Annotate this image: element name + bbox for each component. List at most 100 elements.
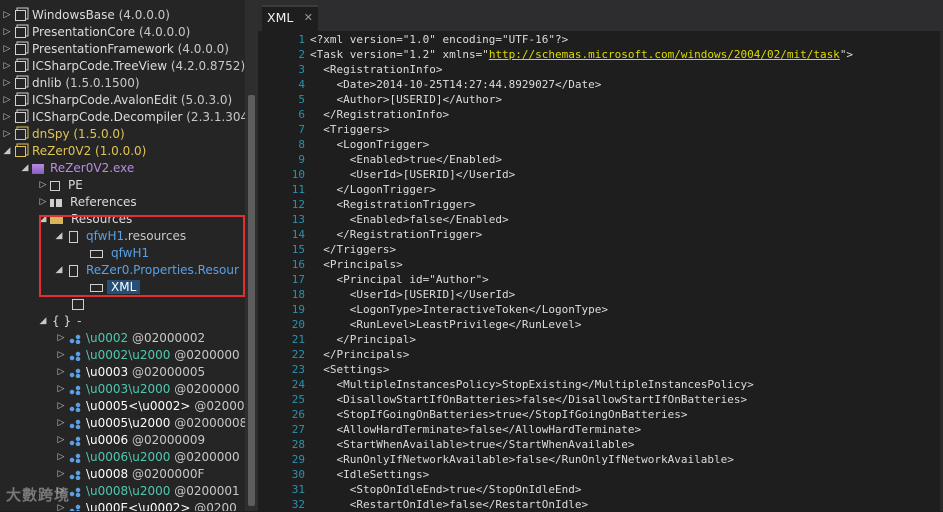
code-line: <UserId>[USERID]</UserId> xyxy=(310,288,516,301)
type-token: @02000005 xyxy=(132,365,206,379)
tree-node-assembly[interactable]: ▷ dnSpy (1.5.0.0) xyxy=(2,126,125,143)
expand-icon[interactable]: ▷ xyxy=(56,330,66,347)
line-number: 14 xyxy=(291,228,305,241)
line-number: 19 xyxy=(291,303,305,316)
module-label: ReZer0V2.exe xyxy=(50,161,135,175)
tree-node-type[interactable]: ▷ \u0008\u2000 @0200001 xyxy=(56,483,240,500)
line-number: 8 xyxy=(298,138,305,151)
code-line: <Enabled>true</Enabled> xyxy=(310,153,503,166)
assembly-version: (2.3.1.304 xyxy=(186,110,249,124)
assembly-version: (4.0.0.0) xyxy=(177,42,229,56)
tab-xml[interactable]: XML ✕ xyxy=(262,5,318,31)
expand-icon[interactable]: ▷ xyxy=(56,432,66,449)
expand-icon[interactable]: ▷ xyxy=(38,194,48,211)
tree-node-assembly[interactable]: ▷ WindowsBase (4.0.0.0) xyxy=(2,7,170,24)
type-name: \u0002 xyxy=(86,331,133,345)
expand-icon[interactable]: ▷ xyxy=(2,109,12,126)
tree-node-namespace[interactable]: ◢ { } - xyxy=(38,313,82,330)
code-line: </Principals> xyxy=(310,348,410,361)
expand-icon[interactable]: ▷ xyxy=(2,58,12,75)
assembly-version: (5.0.3.0) xyxy=(180,93,233,107)
code-line: <RegistrationTrigger> xyxy=(310,198,476,211)
class-icon xyxy=(69,333,81,344)
tree-scrollbar-thumb[interactable] xyxy=(248,95,255,506)
line-number: 7 xyxy=(298,123,305,136)
module-icon xyxy=(32,163,44,174)
line-number: 25 xyxy=(291,393,305,406)
assembly-icon xyxy=(15,78,26,89)
collapse-icon[interactable]: ◢ xyxy=(2,143,12,160)
tree-node-assembly[interactable]: ▷ ICSharpCode.AvalonEdit (5.0.3.0) xyxy=(2,92,233,109)
close-icon[interactable]: ✕ xyxy=(304,7,313,29)
assembly-name: ReZer0V2 xyxy=(32,144,96,158)
tree-node-assembly[interactable]: ◢ ReZer0V2 (1.0.0.0) xyxy=(2,143,147,160)
type-name: \u0006\u2000 xyxy=(86,450,175,464)
type-name: \u0005<\u0002> xyxy=(86,399,195,413)
tree-node-references[interactable]: ▷ References xyxy=(38,194,137,211)
class-icon xyxy=(69,401,81,412)
tree-node-type[interactable]: ▷ \u000E<\u0002> @0200 xyxy=(56,500,237,511)
assembly-name: PresentationFramework xyxy=(32,42,178,56)
assembly-version: (1.5.0.0) xyxy=(73,127,125,141)
type-name: \u000E<\u0002> xyxy=(86,501,195,511)
assembly-icon xyxy=(15,61,26,72)
expand-icon[interactable]: ▷ xyxy=(56,398,66,415)
type-token: @02000009 xyxy=(132,433,206,447)
expand-icon[interactable]: ▷ xyxy=(56,415,66,432)
line-number: 22 xyxy=(291,348,305,361)
code-line: </RegistrationTrigger> xyxy=(310,228,483,241)
code-line: <LogonTrigger> xyxy=(310,138,430,151)
tree-node-type[interactable]: ▷ \u0002 @02000002 xyxy=(56,330,206,347)
collapse-icon[interactable]: ◢ xyxy=(38,313,48,330)
tree-node-assembly[interactable]: ▷ ICSharpCode.Decompiler (2.3.1.304 xyxy=(2,109,249,126)
expand-icon[interactable]: ▷ xyxy=(56,364,66,381)
class-icon xyxy=(69,350,81,361)
watermark: 大數跨境 xyxy=(6,486,71,504)
code-view[interactable]: 1 <?xml version="1.0" encoding="UTF-16"?>… xyxy=(258,31,943,511)
expand-icon[interactable]: ▷ xyxy=(2,92,12,109)
expand-icon[interactable]: ▷ xyxy=(56,449,66,466)
type-token: @0200001 xyxy=(174,484,240,498)
tree-node-type[interactable]: ▷ \u0008 @0200000F xyxy=(56,466,205,483)
expand-icon[interactable]: ▷ xyxy=(2,24,12,41)
tree-node-type[interactable]: ▷ \u0005\u2000 @02000008 xyxy=(56,415,248,432)
tree-node-assembly[interactable]: ▷ PresentationCore (4.0.0.0) xyxy=(2,24,191,41)
expand-icon[interactable]: ▷ xyxy=(2,7,12,24)
assembly-icon xyxy=(15,146,26,157)
expand-icon[interactable]: ▷ xyxy=(56,381,66,398)
assembly-icon xyxy=(15,44,26,55)
tree-node-pe[interactable]: ▷ PE xyxy=(38,177,83,194)
tree-node-assembly[interactable]: ▷ dnlib (1.5.0.1500) xyxy=(2,75,140,92)
tree-node-type[interactable]: ▷ \u0002\u2000 @0200000 xyxy=(56,347,240,364)
line-number: 11 xyxy=(291,183,305,196)
tree-node-type[interactable]: ▷ \u0006 @02000009 xyxy=(56,432,206,449)
code-line: <Triggers> xyxy=(310,123,390,136)
code-line: <RestartOnIdle>false</RestartOnIdle> xyxy=(310,498,589,511)
type-name: \u0002\u2000 xyxy=(86,348,175,362)
expand-icon[interactable]: ▷ xyxy=(2,75,12,92)
tree-node-type[interactable]: ▷ \u0005<\u0002> @02000 xyxy=(56,398,245,415)
line-number: 30 xyxy=(291,468,305,481)
tree-node-assembly[interactable]: ▷ ICSharpCode.TreeView (4.2.0.8752) xyxy=(2,58,246,75)
tree-node-assembly[interactable]: ▷ PresentationFramework (4.0.0.0) xyxy=(2,41,229,58)
expand-icon[interactable]: ▷ xyxy=(2,41,12,58)
line-number: 9 xyxy=(298,153,305,166)
line-number: 28 xyxy=(291,438,305,451)
class-icon xyxy=(69,486,81,497)
expand-icon[interactable]: ▷ xyxy=(38,177,48,194)
tree-node-module[interactable]: ◢ ReZer0V2.exe xyxy=(20,160,135,177)
code-line: <AllowHardTerminate>false</AllowHardTerm… xyxy=(310,423,642,436)
code-line: <DisallowStartIfOnBatteries>false</Disal… xyxy=(310,393,748,406)
line-number: 15 xyxy=(291,243,305,256)
tree-node-type[interactable]: ▷ \u0006\u2000 @0200000 xyxy=(56,449,240,466)
collapse-icon[interactable]: ◢ xyxy=(20,160,30,177)
namespace-link[interactable]: http://schemas.microsoft.com/windows/200… xyxy=(489,48,840,61)
expand-icon[interactable]: ▷ xyxy=(56,347,66,364)
class-icon xyxy=(69,367,81,378)
tree-node-type[interactable]: ▷ \u0003 @02000005 xyxy=(56,364,206,381)
expand-icon[interactable]: ▷ xyxy=(2,126,12,143)
line-number: 27 xyxy=(291,423,305,436)
tree-node-type[interactable]: ▷ \u0003\u2000 @0200000 xyxy=(56,381,240,398)
expand-icon[interactable]: ▷ xyxy=(56,466,66,483)
tree-node-doc[interactable] xyxy=(70,296,87,313)
